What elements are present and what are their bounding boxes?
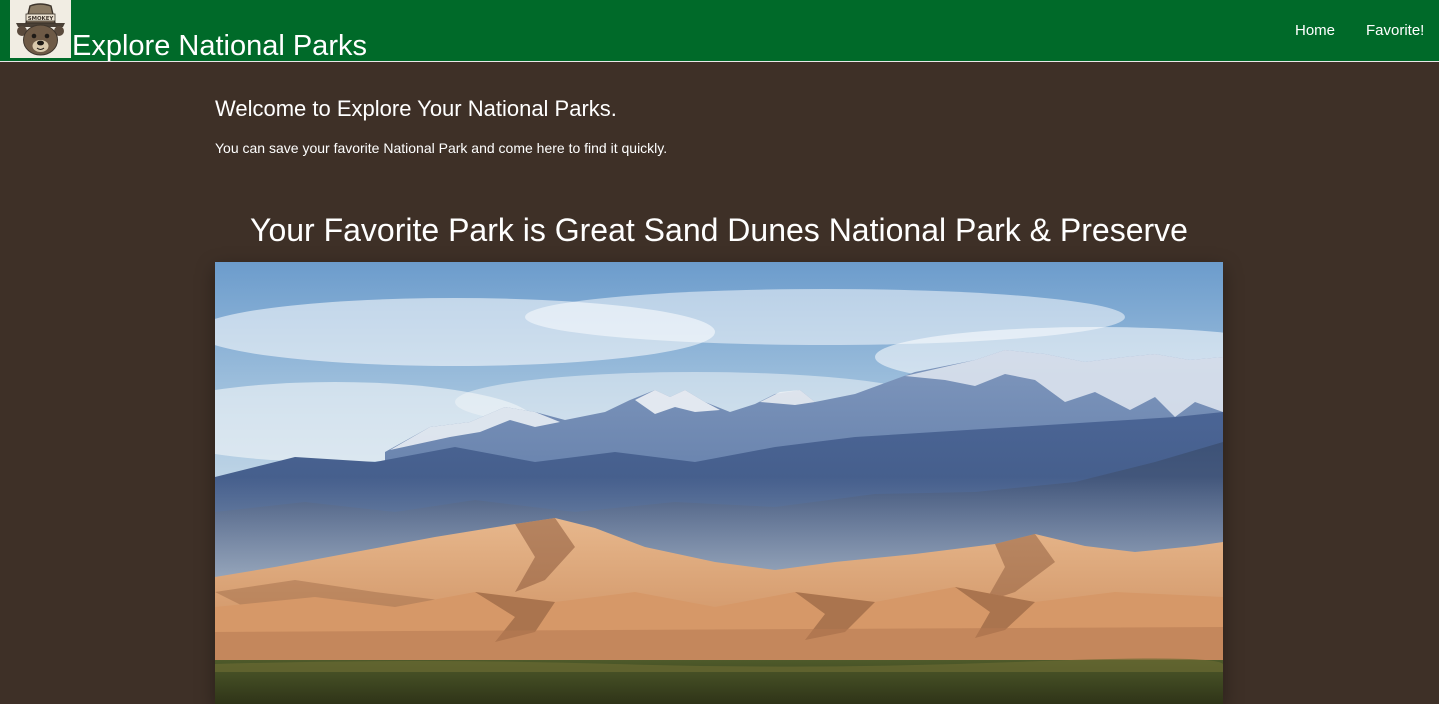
sand-dunes-landscape-image (215, 262, 1223, 704)
smokey-bear-logo-icon[interactable]: SMOKEY (10, 0, 71, 58)
favorite-park-image (215, 262, 1223, 704)
welcome-text: You can save your favorite National Park… (215, 140, 668, 156)
site-title-link[interactable]: Explore National Parks (72, 28, 367, 64)
top-navbar: SMOKEY Explore National Parks Home Favor… (0, 0, 1439, 62)
nav-home-link[interactable]: Home (1295, 21, 1335, 41)
favorite-park-heading: Your Favorite Park is Great Sand Dunes N… (250, 212, 1188, 248)
welcome-title: Welcome to Explore Your National Parks. (215, 96, 617, 121)
logo-badge-text: SMOKEY (28, 16, 54, 22)
nav-favorite-link[interactable]: Favorite! (1366, 21, 1424, 41)
smokey-bear-logo-art: SMOKEY (10, 0, 71, 58)
